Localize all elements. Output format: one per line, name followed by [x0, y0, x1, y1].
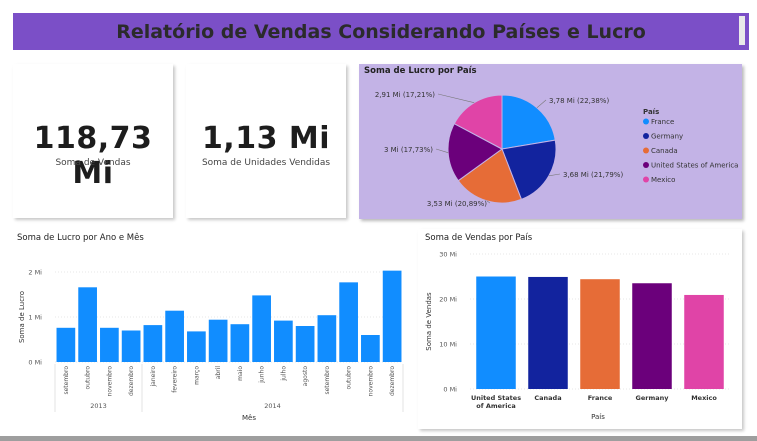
- pie-leader-line: [548, 173, 561, 177]
- profit-bar: [208, 319, 228, 362]
- pie-legend-item: Canada: [651, 147, 678, 155]
- pie-legend-item: France: [651, 118, 674, 126]
- sales-y-tick: 20 Mi: [439, 296, 457, 304]
- pie-data-label: 3,53 Mi (20,89%): [427, 200, 487, 208]
- sales-bar: [476, 276, 516, 389]
- sales-bar: [580, 279, 620, 389]
- profit-x-tick: novembro: [367, 366, 374, 397]
- profit-y-tick: 1 Mi: [28, 314, 42, 322]
- profit-x-tick: dezembro: [128, 366, 135, 396]
- profit-x-tick: janeiro: [150, 366, 157, 388]
- profit-bar-chart: 0 Mi 1 Mi 2 Mi Soma de Lucro setembro outubro…: [18, 269, 404, 422]
- profit-x-tick: maio: [237, 366, 244, 381]
- profit-bar: [187, 331, 206, 362]
- profit-bar: [361, 335, 380, 362]
- profit-x-tick: setembro: [63, 366, 70, 395]
- kpi-sales-label: Soma de Vendas: [55, 158, 131, 168]
- pie-legend-marker: [643, 147, 649, 154]
- profit-x-tick: dezembro: [389, 366, 396, 396]
- profit-y-tick: 0 Mi: [28, 359, 42, 367]
- sales-x-tick: Canada: [534, 394, 561, 402]
- profit-x-tick: julho: [280, 366, 287, 382]
- sales-y-tick: 30 Mi: [439, 251, 457, 259]
- profit-bar: [295, 326, 315, 362]
- pie-slice: [501, 94, 556, 150]
- profit-x-tick: fevereiro: [172, 366, 179, 393]
- pie-legend-marker: [643, 176, 649, 183]
- bottom-page-bar: [0, 436, 757, 441]
- profit-bar: [382, 270, 402, 362]
- profit-x-tick: março: [193, 366, 200, 385]
- profit-chart-container[interactable]: Soma de Lucro por Ano e Mês 0 Mi 1 Mi 2 Mi…: [13, 230, 405, 430]
- sales-chart-card[interactable]: Soma de Vendas por País 0 Mi 10 Mi 20 Mi 30…: [418, 229, 742, 429]
- profit-bar: [121, 330, 141, 362]
- sales-bar: [632, 283, 672, 389]
- profit-bar: [317, 315, 337, 362]
- pie-legend-item: Mexico: [651, 176, 675, 184]
- sales-y-label: Soma de Vendas: [425, 292, 433, 351]
- pie-leader-line: [437, 93, 475, 104]
- profit-x-label: Mês: [242, 414, 256, 422]
- report-title: Relatório de Vendas Considerando Países …: [116, 20, 646, 43]
- pie-legend-marker: [643, 118, 649, 125]
- profit-x-tick: agosto: [302, 366, 309, 387]
- sales-x-tick: France: [588, 394, 613, 402]
- profit-y-tick: 2 Mi: [28, 269, 42, 277]
- sales-bar: [684, 294, 724, 389]
- pie-data-label: 2,91 Mi (17,21%): [375, 91, 435, 99]
- profit-bar: [56, 327, 76, 362]
- report-title-bar: Relatório de Vendas Considerando Países …: [13, 13, 749, 50]
- pie-legend-marker: [643, 162, 649, 168]
- pie-legend-marker: [643, 133, 649, 139]
- kpi-units-label: Soma de Unidades Vendidas: [201, 158, 331, 168]
- profit-year-label: 2014: [264, 402, 281, 410]
- pie-data-label: 3,68 Mi (21,79%): [563, 171, 623, 179]
- kpi-units-value: 1,13 Mi: [201, 121, 331, 156]
- pie-chart-card[interactable]: Soma de Lucro por País 3,78 Mi (22,38%) 3…: [359, 64, 742, 219]
- scrollbar-handle[interactable]: [739, 16, 745, 45]
- profit-x-tick: outubro: [346, 366, 353, 390]
- pie-legend-item: Germany: [651, 133, 683, 141]
- profit-x-tick: outubro: [85, 366, 92, 390]
- sales-bar-chart: 0 Mi 10 Mi 20 Mi 30 Mi Soma de Vendas United …: [425, 251, 730, 421]
- kpi-card-sales[interactable]: 118,73 Mi Soma de Vendas: [13, 64, 173, 218]
- sales-x-label: País: [591, 413, 605, 421]
- pie-leader-line: [536, 99, 547, 109]
- profit-x-tick: abril: [215, 366, 222, 380]
- pie-chart: 3,78 Mi (22,38%) 3,68 Mi (21,79%) 3,53 Mi …: [375, 91, 739, 208]
- pie-legend-item: United States of America: [651, 162, 738, 170]
- profit-x-tick: setembro: [324, 366, 331, 395]
- profit-x-tick: novembro: [106, 366, 113, 397]
- profit-bar: [100, 327, 119, 362]
- pie-leader-line: [435, 148, 449, 153]
- sales-x-tick: Mexico: [691, 394, 717, 402]
- profit-bar: [339, 282, 358, 362]
- profit-x-tick: junho: [259, 366, 266, 384]
- profit-bar: [78, 287, 97, 362]
- profit-y-label: Soma de Lucro: [18, 291, 26, 343]
- profit-bar: [165, 310, 184, 362]
- pie-legend-title: País: [643, 108, 659, 116]
- kpi-sales-value: 118,73 Mi: [33, 121, 153, 191]
- profit-bar: [252, 295, 271, 362]
- profit-bar: [274, 320, 293, 362]
- pie-data-label: 3 Mi (17,73%): [384, 146, 433, 154]
- kpi-card-units[interactable]: 1,13 Mi Soma de Unidades Vendidas: [186, 64, 346, 218]
- pie-data-label: 3,78 Mi (22,38%): [549, 97, 609, 105]
- profit-year-label: 2013: [90, 402, 107, 410]
- profit-bar: [230, 324, 250, 362]
- sales-y-tick: 10 Mi: [439, 341, 457, 349]
- sales-x-tick: United States of America: [471, 394, 521, 410]
- sales-bar: [528, 276, 568, 389]
- sales-y-tick: 0 Mi: [443, 386, 457, 394]
- sales-x-tick: Germany: [636, 394, 670, 402]
- profit-bar: [143, 325, 163, 362]
